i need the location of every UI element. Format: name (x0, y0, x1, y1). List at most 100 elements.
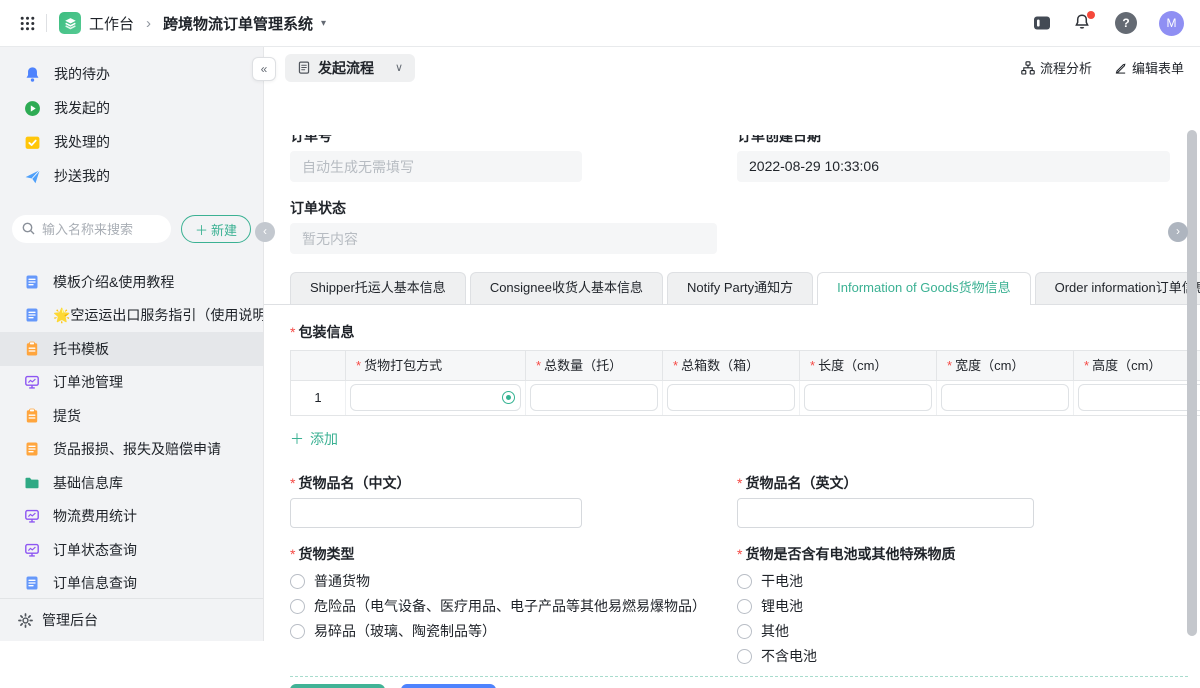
order-status-input[interactable] (290, 223, 717, 254)
menu-item-label: 🌟空运运出口服务指引（使用说明） (53, 305, 263, 325)
sidebar-item-cc-to-me[interactable]: 抄送我的 (0, 159, 263, 193)
sidebar-item-order-pool[interactable]: 订单池管理 (0, 366, 263, 400)
app-grid-icon[interactable] (16, 12, 38, 34)
sidebar-item-damage-claim[interactable]: 货品报损、报失及赔偿申请 (0, 433, 263, 467)
plus-icon: ＋ (195, 220, 208, 239)
col-width: 宽度（cm） (937, 351, 1074, 380)
top-nav: 工作台 › 跨境物流订单管理系统 ▾ ? M (0, 0, 1200, 47)
monitor-chart-icon (24, 508, 40, 524)
radio-other[interactable]: 其他 (737, 623, 1200, 639)
sidebar-item-my-todos[interactable]: 我的待办 (0, 57, 263, 91)
tab-notify-party[interactable]: Notify Party通知方 (667, 272, 813, 304)
tab-consignee-info[interactable]: Consignee收货人基本信息 (470, 272, 663, 304)
row-index: 1 (291, 381, 346, 415)
goods-name-en-input[interactable] (737, 498, 1034, 528)
tab-shipper-info[interactable]: Shipper托运人基本信息 (290, 272, 466, 304)
chevron-down-icon[interactable]: ▾ (321, 18, 326, 29)
radio-fragile-goods[interactable]: 易碎品（玻璃、陶瓷制品等） (290, 623, 737, 639)
sidebar-item-booking-template[interactable]: 托书模板 (0, 332, 263, 366)
sidebar-item-label: 抄送我的 (54, 166, 110, 186)
sidebar-item-air-export-guide[interactable]: 🌟空运运出口服务指引（使用说明） (0, 299, 263, 333)
document-icon (24, 441, 40, 457)
sidebar-collapse-button[interactable]: « (252, 57, 276, 81)
clipboard-icon (24, 408, 40, 424)
process-analysis-link[interactable]: 流程分析 (1021, 58, 1092, 77)
workspace-label[interactable]: 工作台 (89, 13, 134, 34)
play-circle-icon (24, 100, 41, 117)
sidebar-item-base-info[interactable]: 基础信息库 (0, 466, 263, 500)
radio-no-battery[interactable]: 不含电池 (737, 648, 1200, 664)
tabs-scroll-right-button[interactable]: › (1168, 222, 1188, 242)
total-boxes-input[interactable] (667, 384, 795, 411)
folder-icon (24, 475, 40, 491)
edit-form-link[interactable]: 编辑表单 (1114, 58, 1184, 77)
add-row-button[interactable]: ＋ 添加 (290, 429, 338, 449)
sidebar-item-pickup[interactable]: 提货 (0, 399, 263, 433)
clipboard-icon (24, 341, 40, 357)
menu-item-label: 订单状态查询 (53, 540, 137, 560)
notifications-bell-icon[interactable] (1073, 13, 1093, 33)
table-row: 1 (291, 381, 1200, 415)
task-box-icon (24, 134, 41, 151)
initiate-process-button[interactable]: 发起流程 ∨ (285, 54, 415, 82)
height-input[interactable] (1078, 384, 1200, 411)
radio-icon (737, 649, 752, 664)
tab-goods-info[interactable]: Information of Goods货物信息 (817, 272, 1030, 305)
vertical-scrollbar[interactable] (1187, 130, 1197, 636)
sidebar: 我的待办 我发起的 我处理的 抄送我的 (0, 47, 264, 641)
menu-item-label: 提货 (53, 406, 81, 426)
sidebar-item-label: 我发起的 (54, 98, 110, 118)
order-status-label: 订单状态 (290, 198, 1200, 218)
created-date-label: 订单创建日期 (737, 135, 1200, 146)
col-total-qty: 总数量（托） (526, 351, 663, 380)
form-tabs: Shipper托运人基本信息 Consignee收货人基本信息 Notify P… (290, 272, 1200, 305)
packing-section-label: 包装信息 (290, 322, 1200, 342)
sidebar-item-processed-by-me[interactable]: 我处理的 (0, 125, 263, 159)
new-button[interactable]: ＋ 新建 (181, 215, 251, 243)
help-icon[interactable]: ? (1115, 12, 1137, 34)
total-qty-input[interactable] (530, 384, 658, 411)
gear-icon (18, 613, 33, 628)
packing-method-select[interactable] (350, 384, 521, 411)
sidebar-item-label: 我的待办 (54, 64, 110, 84)
radio-dangerous-goods[interactable]: 危险品（电气设备、医疗用品、电子产品等其他易燃易爆物品） (290, 598, 737, 614)
packing-table-header: 货物打包方式 总数量（托） 总箱数（箱） 长度（cm） 宽度（cm） 高度（cm… (291, 351, 1200, 381)
sidebar-item-initiated-by-me[interactable]: 我发起的 (0, 91, 263, 125)
page-title[interactable]: 跨境物流订单管理系统 (163, 13, 313, 34)
save-draft-button[interactable]: 保存草稿 (401, 684, 496, 688)
flow-icon (1021, 61, 1035, 75)
panel-toggle-icon[interactable] (1033, 15, 1051, 31)
sidebar-item-cost-stats[interactable]: 物流费用统计 (0, 500, 263, 534)
radio-lithium-battery[interactable]: 锂电池 (737, 598, 1200, 614)
menu-item-label: 托书模板 (53, 339, 109, 359)
sidebar-item-order-status-query[interactable]: 订单状态查询 (0, 533, 263, 567)
bell-icon (24, 66, 41, 83)
send-icon (24, 168, 41, 185)
goods-name-cn-input[interactable] (290, 498, 582, 528)
col-index (291, 351, 346, 380)
width-input[interactable] (941, 384, 1069, 411)
tab-order-info[interactable]: Order information订单信息 (1035, 272, 1200, 304)
submit-button[interactable]: 提交 (290, 684, 385, 688)
length-input[interactable] (804, 384, 932, 411)
avatar[interactable]: M (1159, 11, 1184, 36)
goods-name-en-label: 货物品名（英文） (737, 473, 1200, 493)
tabs-scroll-left-button[interactable]: ‹ (255, 222, 275, 242)
radio-general-cargo[interactable]: 普通货物 (290, 573, 737, 589)
workspace-app-icon (59, 12, 81, 34)
menu-item-label: 订单信息查询 (53, 573, 137, 593)
breadcrumb-separator: › (146, 15, 151, 32)
radio-icon (290, 574, 305, 589)
order-no-label: 订单号 (290, 135, 737, 146)
divider (290, 676, 1188, 677)
sidebar-item-template-intro[interactable]: 模板介绍&使用教程 (0, 265, 263, 299)
radio-icon (737, 599, 752, 614)
goods-name-cn-label: 货物品名（中文） (290, 473, 737, 493)
sidebar-item-order-info-query[interactable]: 订单信息查询 (0, 567, 263, 601)
document-icon (24, 274, 40, 290)
menu-item-label: 基础信息库 (53, 473, 123, 493)
order-no-input[interactable] (290, 151, 582, 182)
radio-dry-battery[interactable]: 干电池 (737, 573, 1200, 589)
col-length: 长度（cm） (800, 351, 937, 380)
sidebar-item-admin-console[interactable]: 管理后台 (0, 598, 263, 641)
